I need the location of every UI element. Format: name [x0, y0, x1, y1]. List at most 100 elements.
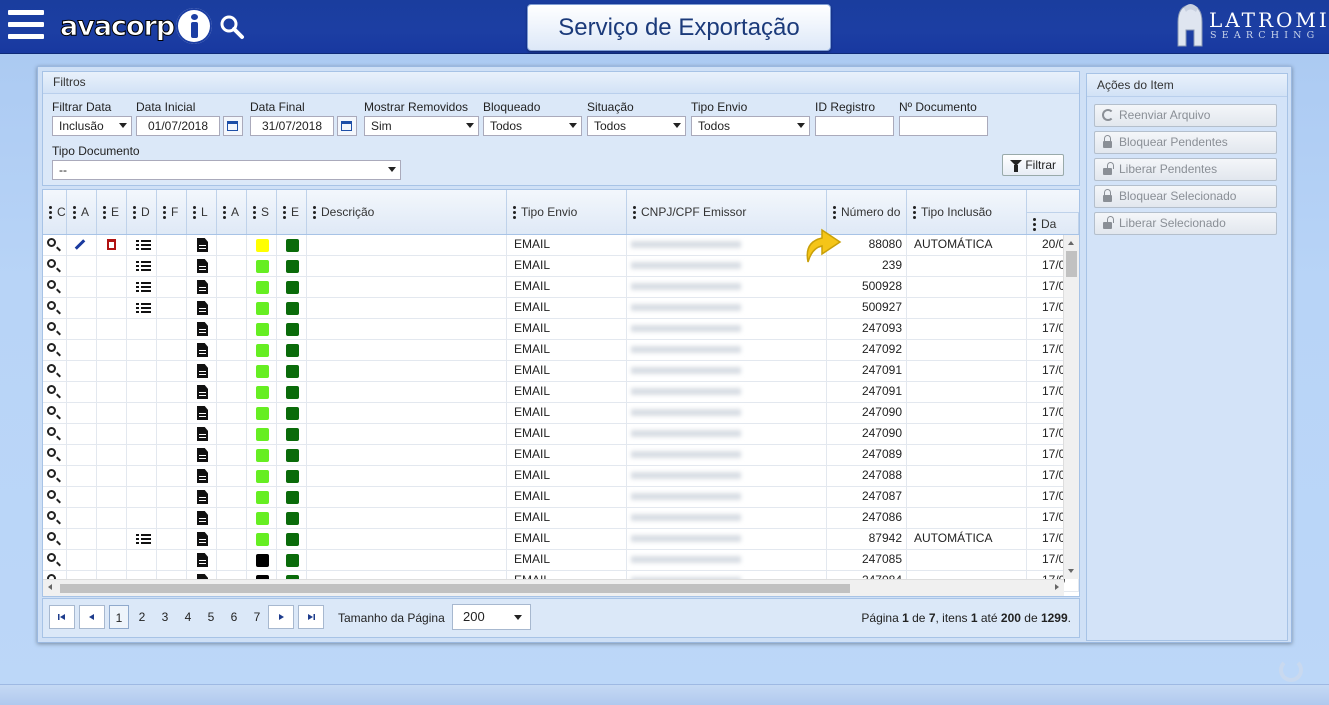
view-icon[interactable] [47, 343, 56, 352]
document-icon[interactable] [197, 322, 208, 336]
view-cell[interactable] [43, 487, 67, 507]
prev-page-button[interactable] [79, 605, 105, 629]
table-row[interactable]: EMAIL 88080 AUTOMÁTICA 20/0 [43, 235, 1079, 256]
table-row[interactable]: EMAIL 247087 17/0 [43, 487, 1079, 508]
view-cell[interactable] [43, 508, 67, 528]
view-cell[interactable] [43, 277, 67, 297]
col-header-s[interactable]: S [247, 190, 277, 234]
view-cell[interactable] [43, 298, 67, 318]
vertical-scrollbar[interactable] [1063, 235, 1079, 579]
edit-cell[interactable] [67, 256, 97, 276]
delete-cell[interactable] [97, 550, 127, 570]
log-cell[interactable] [187, 424, 217, 444]
log-cell[interactable] [187, 277, 217, 297]
document-icon[interactable] [197, 280, 208, 294]
table-row[interactable]: EMAIL 247093 17/0 [43, 319, 1079, 340]
log-cell[interactable] [187, 445, 217, 465]
log-cell[interactable] [187, 340, 217, 360]
details-cell[interactable] [127, 298, 157, 318]
edit-cell[interactable] [67, 298, 97, 318]
edit-cell[interactable] [67, 340, 97, 360]
view-cell[interactable] [43, 235, 67, 255]
col-header-c[interactable]: C [43, 190, 67, 234]
last-page-button[interactable] [298, 605, 324, 629]
view-icon[interactable] [47, 490, 56, 499]
edit-cell[interactable] [67, 445, 97, 465]
view-icon[interactable] [47, 301, 56, 310]
col-header-data[interactable]: Da [1027, 212, 1079, 234]
avacorp-logo[interactable]: avacorp [59, 6, 213, 46]
table-row[interactable]: EMAIL 87942 AUTOMÁTICA 17/0 [43, 529, 1079, 550]
page-number-6[interactable]: 6 [224, 605, 244, 629]
details-cell[interactable] [127, 382, 157, 402]
view-cell[interactable] [43, 256, 67, 276]
view-cell[interactable] [43, 340, 67, 360]
document-icon[interactable] [197, 301, 208, 315]
table-row[interactable]: EMAIL 239 17/0 [43, 256, 1079, 277]
mostrar-removidos-select[interactable]: Sim [364, 116, 479, 136]
bloquear-selecionado-button[interactable]: Bloquear Selecionado [1094, 185, 1277, 208]
log-cell[interactable] [187, 550, 217, 570]
page-number-1[interactable]: 1 [109, 605, 129, 629]
details-cell[interactable] [127, 445, 157, 465]
list-icon[interactable] [136, 261, 151, 271]
reenviar-arquivo-button[interactable]: Reenviar Arquivo [1094, 104, 1277, 127]
edit-cell[interactable] [67, 277, 97, 297]
details-cell[interactable] [127, 277, 157, 297]
delete-cell[interactable] [97, 508, 127, 528]
table-row[interactable]: EMAIL 247089 17/0 [43, 445, 1079, 466]
data-inicial-input[interactable]: 01/07/2018 [136, 116, 220, 136]
edit-cell[interactable] [67, 550, 97, 570]
edit-cell[interactable] [67, 319, 97, 339]
filtrar-data-select[interactable]: Inclusão [52, 116, 132, 136]
delete-cell[interactable] [97, 256, 127, 276]
edit-cell[interactable] [67, 235, 97, 255]
scroll-down-icon[interactable] [1068, 569, 1074, 573]
delete-cell[interactable] [97, 319, 127, 339]
calendar-icon[interactable] [337, 116, 357, 136]
edit-cell[interactable] [67, 487, 97, 507]
page-number-3[interactable]: 3 [155, 605, 175, 629]
view-cell[interactable] [43, 319, 67, 339]
col-header-e[interactable]: E [97, 190, 127, 234]
log-cell[interactable] [187, 256, 217, 276]
document-icon[interactable] [197, 448, 208, 462]
page-number-2[interactable]: 2 [132, 605, 152, 629]
table-row[interactable]: EMAIL 247090 17/0 [43, 424, 1079, 445]
document-icon[interactable] [197, 532, 208, 546]
view-icon[interactable] [47, 322, 56, 331]
page-size-select[interactable]: 200 [452, 604, 531, 630]
scroll-up-icon[interactable] [1068, 241, 1074, 245]
delete-cell[interactable] [97, 445, 127, 465]
view-cell[interactable] [43, 550, 67, 570]
edit-cell[interactable] [67, 361, 97, 381]
col-header-f[interactable]: F [157, 190, 187, 234]
list-icon[interactable] [136, 534, 151, 544]
page-number-7[interactable]: 7 [247, 605, 267, 629]
delete-cell[interactable] [97, 340, 127, 360]
list-icon[interactable] [136, 282, 151, 292]
log-cell[interactable] [187, 403, 217, 423]
document-icon[interactable] [197, 385, 208, 399]
details-cell[interactable] [127, 235, 157, 255]
num-documento-input[interactable] [899, 116, 988, 136]
delete-cell[interactable] [97, 298, 127, 318]
col-header-cnpj[interactable]: CNPJ/CPF Emissor [627, 190, 827, 234]
table-row[interactable]: EMAIL 500927 17/0 [43, 298, 1079, 319]
delete-cell[interactable] [97, 361, 127, 381]
details-cell[interactable] [127, 487, 157, 507]
col-header-d[interactable]: D [127, 190, 157, 234]
edit-cell[interactable] [67, 508, 97, 528]
log-cell[interactable] [187, 319, 217, 339]
details-cell[interactable] [127, 550, 157, 570]
page-number-4[interactable]: 4 [178, 605, 198, 629]
document-icon[interactable] [197, 427, 208, 441]
scroll-thumb[interactable] [1066, 251, 1077, 277]
details-cell[interactable] [127, 319, 157, 339]
view-icon[interactable] [47, 259, 56, 268]
view-icon[interactable] [47, 532, 56, 541]
document-icon[interactable] [197, 469, 208, 483]
col-header-a[interactable]: A [67, 190, 97, 234]
search-icon[interactable] [219, 14, 245, 40]
table-row[interactable]: EMAIL 500928 17/0 [43, 277, 1079, 298]
